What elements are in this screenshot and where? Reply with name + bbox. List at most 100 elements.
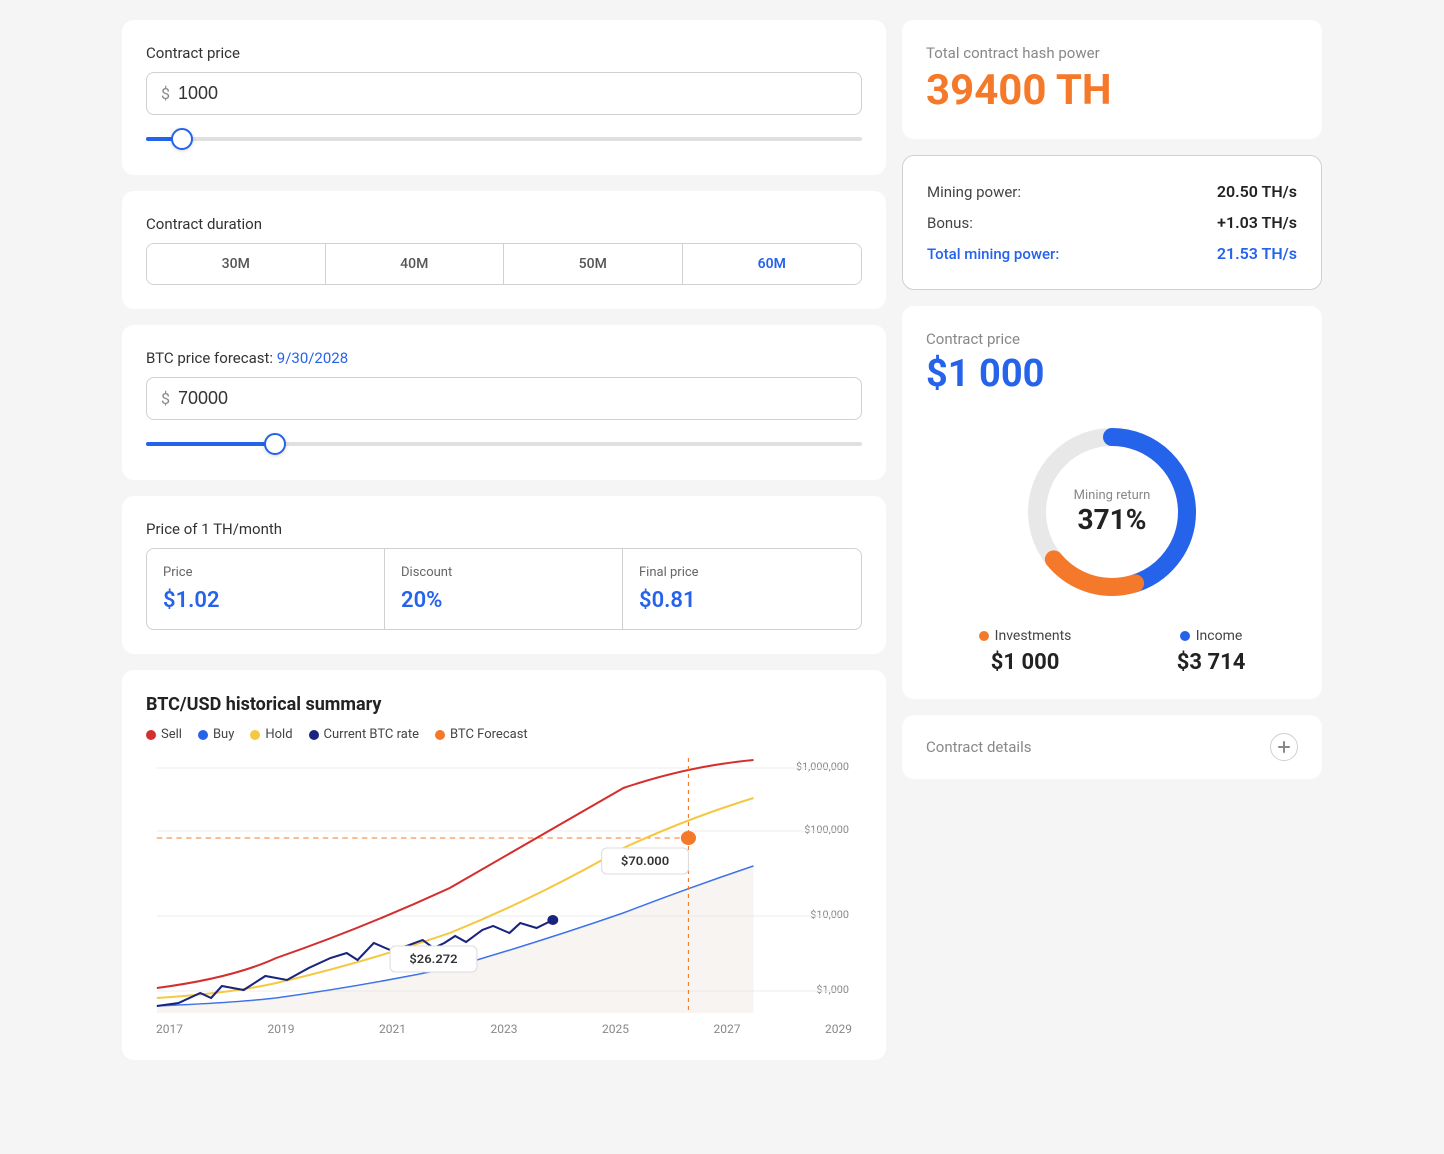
bonus-value: +1.03 TH/s bbox=[1217, 213, 1297, 232]
legend-btc-forecast: BTC Forecast bbox=[435, 727, 528, 742]
dollar-sign: $ bbox=[161, 84, 170, 103]
btc-dollar-sign: $ bbox=[161, 389, 170, 408]
discount-cell-label: Discount bbox=[401, 565, 606, 580]
chart-area: $1,000,000 $100,000 $10,000 $1,000 bbox=[146, 758, 862, 1018]
investments-label: Investments bbox=[995, 628, 1072, 644]
svg-text:$70.000: $70.000 bbox=[621, 854, 669, 868]
income-label-wrap: Income bbox=[1177, 628, 1246, 644]
duration-60m[interactable]: 60M bbox=[683, 244, 862, 284]
investments-row: Investments $1 000 Income $3 714 bbox=[926, 628, 1298, 675]
contract-details-expand-icon[interactable] bbox=[1270, 733, 1298, 761]
plus-icon bbox=[1276, 739, 1292, 755]
chart-title: BTC/USD historical summary bbox=[146, 694, 862, 715]
contract-price-card: Contract price $ bbox=[122, 20, 886, 175]
total-mining-value: 21.53 TH/s bbox=[1217, 244, 1297, 263]
mining-power-value: 20.50 TH/s bbox=[1217, 182, 1297, 201]
hash-card: Total contract hash power 39400 TH bbox=[902, 20, 1322, 139]
investments-value: $1 000 bbox=[979, 650, 1072, 675]
hash-card-label: Total contract hash power bbox=[926, 44, 1298, 62]
price-th-card: Price of 1 TH/month Price $1.02 Discount… bbox=[122, 496, 886, 654]
hold-label: Hold bbox=[265, 727, 292, 742]
duration-50m[interactable]: 50M bbox=[504, 244, 683, 284]
current-btc-label: Current BTC rate bbox=[324, 727, 419, 742]
x-label-2029: 2029 bbox=[825, 1022, 852, 1036]
btc-forecast-legend-label: BTC Forecast bbox=[450, 727, 528, 742]
legend-buy: Buy bbox=[198, 727, 234, 742]
discount-cell: Discount 20% bbox=[385, 549, 623, 629]
mining-power-label: Mining power: bbox=[927, 183, 1021, 201]
btc-slider-thumb[interactable] bbox=[264, 433, 286, 455]
btc-slider-container[interactable] bbox=[146, 432, 862, 456]
contract-details-row[interactable]: Contract details bbox=[902, 715, 1322, 779]
contract-duration-card: Contract duration 30M 40M 50M 60M bbox=[122, 191, 886, 309]
total-mining-label: Total mining power: bbox=[927, 245, 1059, 263]
mining-info-card: Mining power: 20.50 TH/s Bonus: +1.03 TH… bbox=[902, 155, 1322, 290]
donut-container: Mining return 371% bbox=[926, 412, 1298, 612]
legend-hold: Hold bbox=[250, 727, 292, 742]
discount-cell-value: 20% bbox=[401, 588, 606, 613]
x-label-2027: 2027 bbox=[714, 1022, 741, 1036]
buy-dot bbox=[198, 730, 208, 740]
btc-slider-fill bbox=[146, 442, 275, 446]
investments-item: Investments $1 000 bbox=[979, 628, 1072, 675]
x-label-2021: 2021 bbox=[379, 1022, 406, 1036]
duration-grid: 30M 40M 50M 60M bbox=[146, 243, 862, 285]
price-th-label: Price of 1 TH/month bbox=[146, 520, 862, 538]
chart-svg: $1,000,000 $100,000 $10,000 $1,000 bbox=[146, 758, 862, 1018]
price-cell-label: Price bbox=[163, 565, 368, 580]
investments-dot bbox=[979, 631, 989, 641]
hold-dot bbox=[250, 730, 260, 740]
x-label-2025: 2025 bbox=[602, 1022, 629, 1036]
btc-forecast-label: BTC price forecast: 9/30/2028 bbox=[146, 349, 862, 367]
btc-price-input-box: $ bbox=[146, 377, 862, 420]
final-price-cell: Final price $0.81 bbox=[623, 549, 861, 629]
price-input[interactable] bbox=[178, 83, 847, 104]
bonus-row: Bonus: +1.03 TH/s bbox=[927, 207, 1297, 238]
price-cell: Price $1.02 bbox=[147, 549, 385, 629]
btc-slider-track bbox=[146, 442, 862, 446]
income-value: $3 714 bbox=[1177, 650, 1246, 675]
svg-text:$10,000: $10,000 bbox=[810, 908, 849, 920]
income-item: Income $3 714 bbox=[1177, 628, 1246, 675]
final-price-label: Final price bbox=[639, 565, 845, 580]
x-label-2017: 2017 bbox=[156, 1022, 183, 1036]
svg-text:$1,000,000: $1,000,000 bbox=[796, 760, 849, 772]
contract-details-label: Contract details bbox=[926, 738, 1031, 756]
final-price-value: $0.81 bbox=[639, 588, 845, 613]
legend-sell: Sell bbox=[146, 727, 182, 742]
buy-label: Buy bbox=[213, 727, 234, 742]
duration-40m[interactable]: 40M bbox=[326, 244, 505, 284]
cp-label: Contract price bbox=[926, 330, 1298, 348]
price-slider-thumb[interactable] bbox=[171, 128, 193, 150]
mining-power-row: Mining power: 20.50 TH/s bbox=[927, 176, 1297, 207]
hash-value: 39400 TH bbox=[926, 66, 1298, 115]
x-label-2023: 2023 bbox=[491, 1022, 518, 1036]
btc-forecast-date[interactable]: 9/30/2028 bbox=[277, 349, 348, 367]
total-mining-row: Total mining power: 21.53 TH/s bbox=[927, 238, 1297, 269]
price-input-box: $ bbox=[146, 72, 862, 115]
contract-price-right-card: Contract price $1 000 Mining return 371% bbox=[902, 306, 1322, 699]
x-label-2019: 2019 bbox=[268, 1022, 295, 1036]
btc-forecast-dot bbox=[435, 730, 445, 740]
svg-text:$26.272: $26.272 bbox=[409, 952, 457, 966]
contract-duration-label: Contract duration bbox=[146, 215, 862, 233]
income-label: Income bbox=[1196, 628, 1243, 644]
contract-price-label: Contract price bbox=[146, 44, 862, 62]
donut-value: 371% bbox=[1074, 503, 1151, 536]
price-slider-container[interactable] bbox=[146, 127, 862, 151]
cp-value: $1 000 bbox=[926, 352, 1298, 396]
svg-text:$100,000: $100,000 bbox=[804, 823, 849, 835]
sell-dot bbox=[146, 730, 156, 740]
donut-center: Mining return 371% bbox=[1074, 488, 1151, 536]
chart-x-labels: 2017 2019 2021 2023 2025 2027 2029 bbox=[146, 1022, 862, 1036]
svg-text:$1,000: $1,000 bbox=[816, 983, 849, 995]
btc-price-input[interactable] bbox=[178, 388, 847, 409]
duration-30m[interactable]: 30M bbox=[147, 244, 326, 284]
chart-legend: Sell Buy Hold Current BTC rate BTC Forec… bbox=[146, 727, 862, 742]
sell-label: Sell bbox=[161, 727, 182, 742]
income-dot bbox=[1180, 631, 1190, 641]
chart-card: BTC/USD historical summary Sell Buy Hold… bbox=[122, 670, 886, 1060]
legend-current-btc: Current BTC rate bbox=[309, 727, 419, 742]
investments-label-wrap: Investments bbox=[979, 628, 1072, 644]
current-btc-dot bbox=[309, 730, 319, 740]
